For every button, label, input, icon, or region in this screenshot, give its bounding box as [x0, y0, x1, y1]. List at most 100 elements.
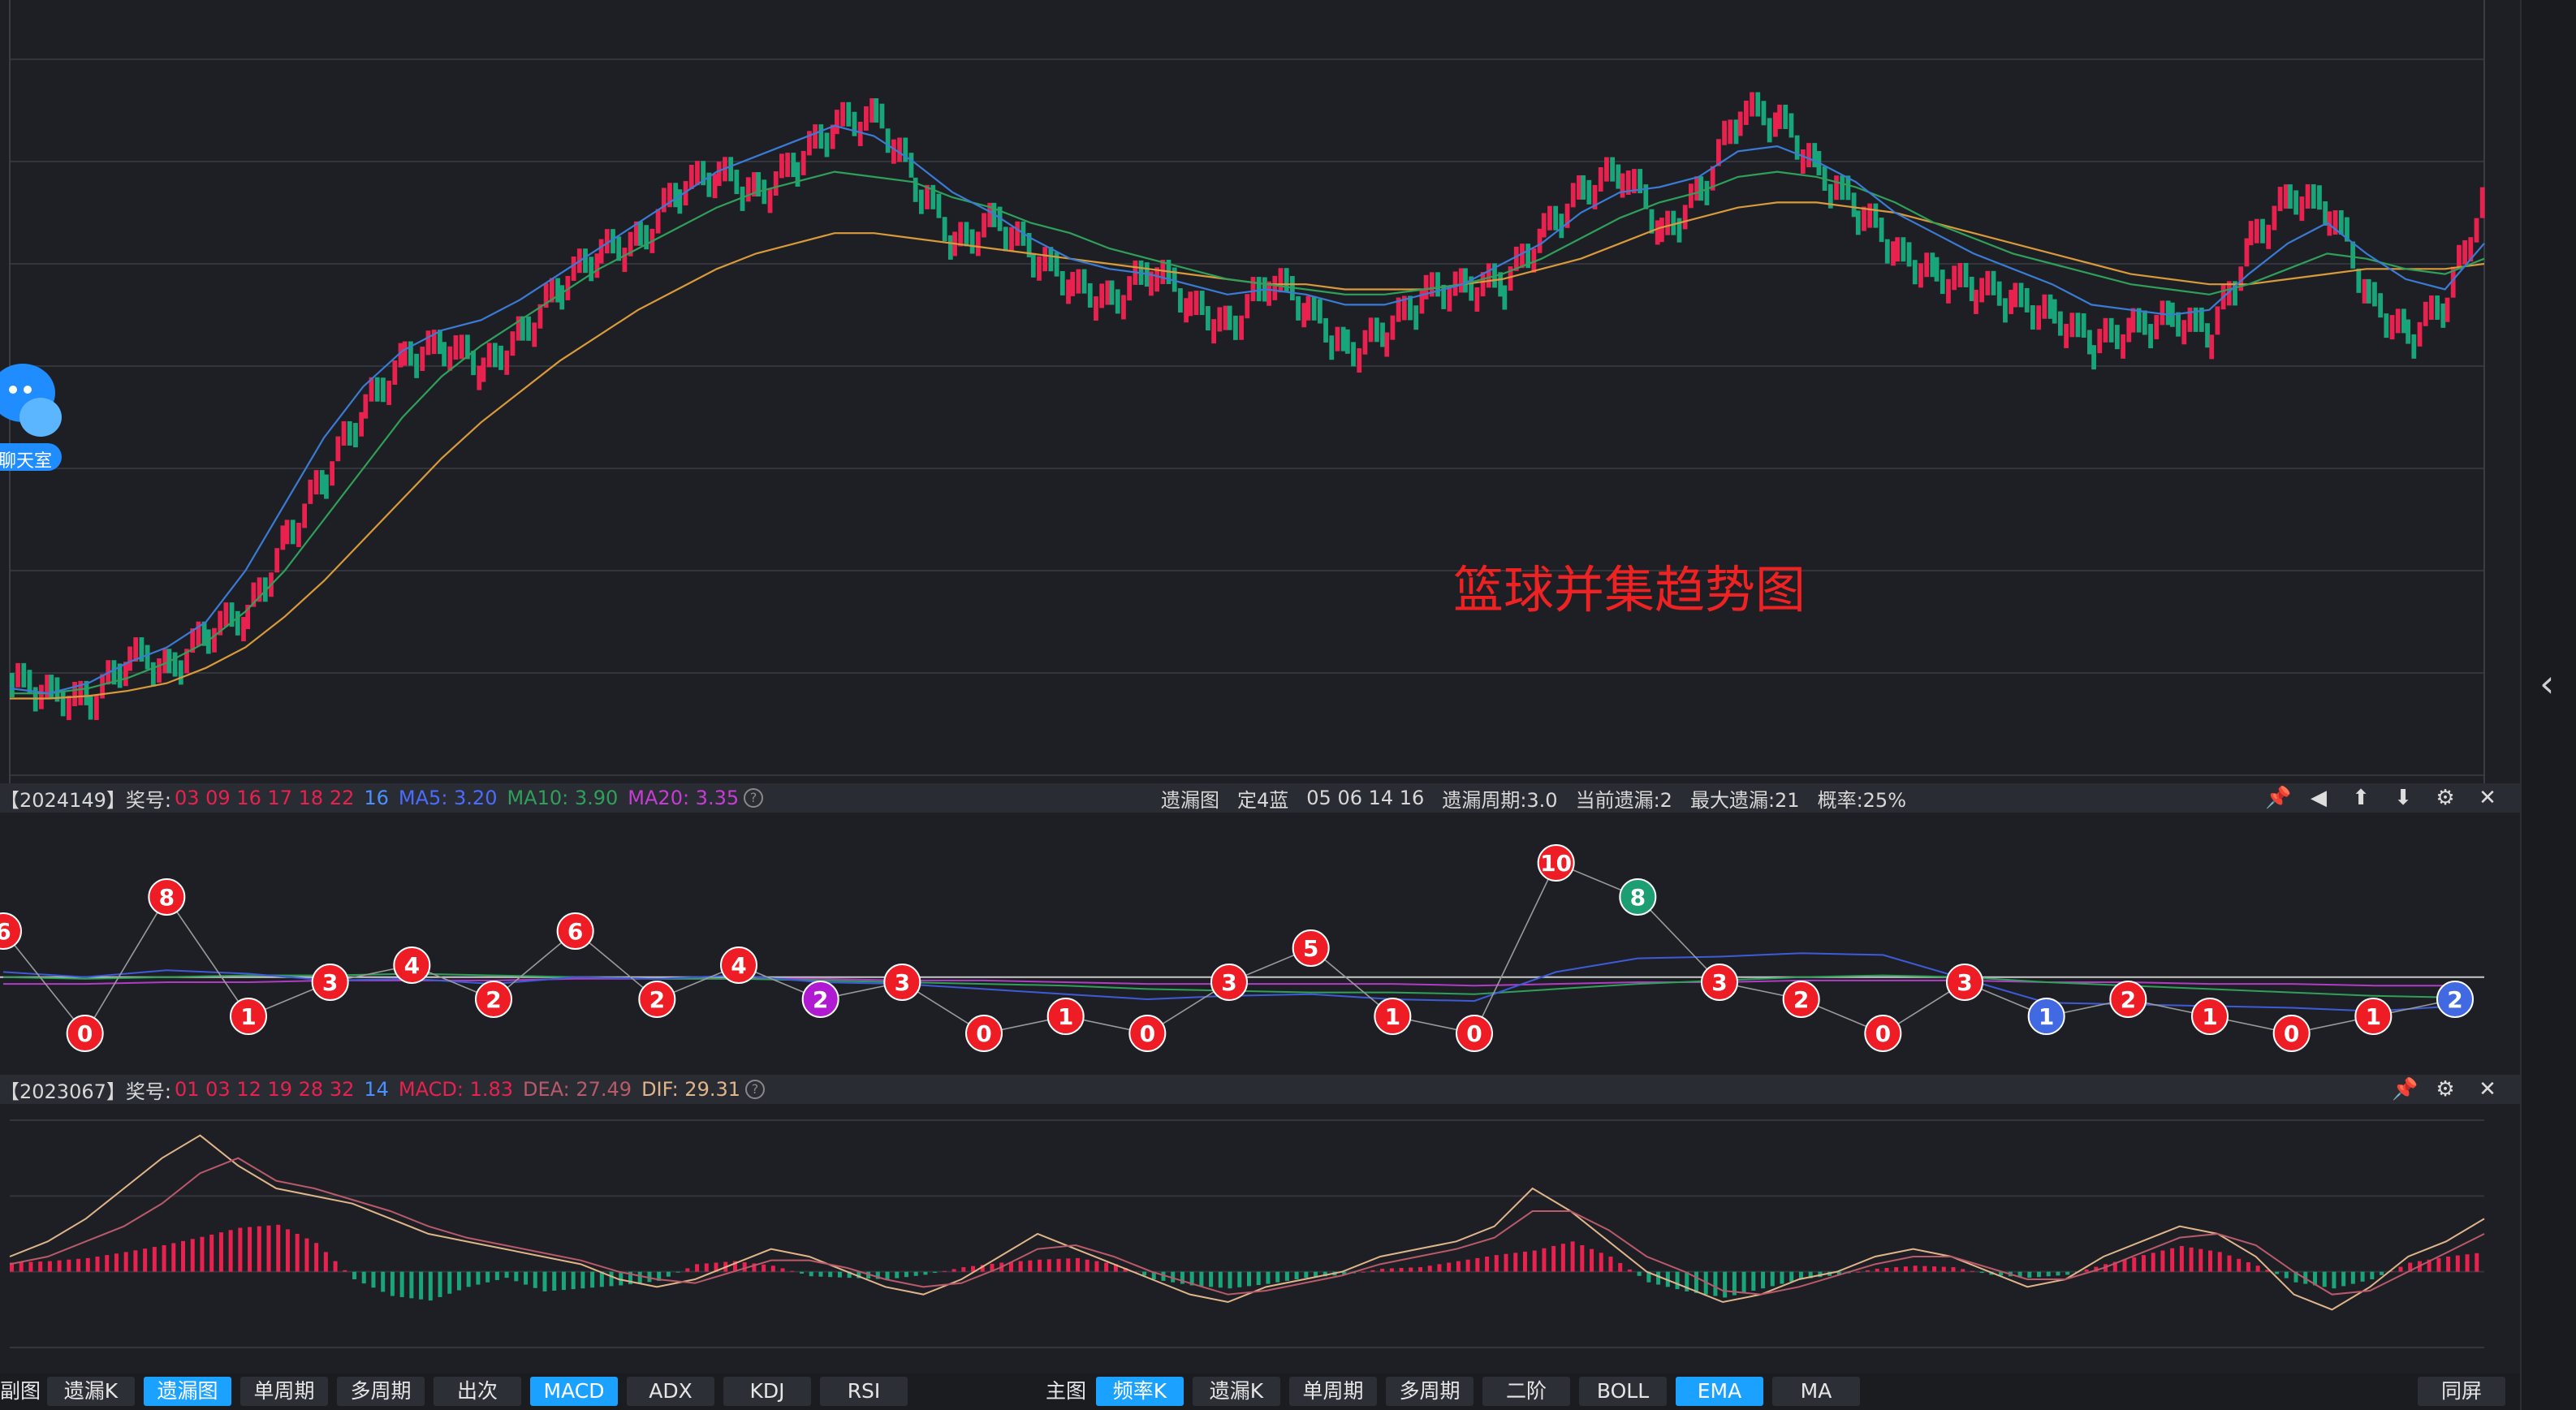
macd-histogram-bar	[1304, 1271, 1309, 1278]
renko-brick	[2058, 311, 2063, 336]
renko-brick	[2181, 320, 2187, 345]
renko-brick	[874, 98, 879, 123]
omission-stats: 遗漏图 定4蓝 05 06 14 16 遗漏周期:3.0 当前遗漏:2 最大遗漏:21 概率…	[1161, 783, 1924, 813]
renko-brick	[2366, 278, 2371, 304]
macd-histogram-bar	[1875, 1268, 1879, 1272]
macd-histogram-bar	[381, 1271, 386, 1292]
main-tab-BOLL[interactable]: BOLL	[1579, 1377, 1667, 1406]
chat-room-widget[interactable]: 聊天室	[0, 360, 62, 474]
pin-icon[interactable]: 📌	[2392, 1077, 2418, 1102]
main-tab-多周期[interactable]: 多周期	[1386, 1377, 1474, 1406]
macd-histogram-bar	[2246, 1262, 2250, 1272]
back-icon[interactable]: ◀	[2307, 786, 2330, 810]
macd-histogram-bar	[542, 1271, 547, 1291]
renko-brick	[1694, 176, 1699, 201]
panel1-tools: 📌 ◀ ⬆ ⬇ ⚙ ✕	[2265, 783, 2509, 813]
main-tab-二阶[interactable]: 二阶	[1482, 1377, 1570, 1406]
renko-brick	[1009, 226, 1014, 252]
renko-brick	[677, 189, 683, 214]
renko-brick	[1121, 295, 1126, 320]
sub-tab-单周期[interactable]: 单周期	[240, 1377, 328, 1406]
renko-brick	[381, 377, 386, 403]
renko-brick	[1335, 326, 1340, 351]
panel1-award-label: 奖号:	[125, 788, 171, 812]
macd-histogram-bar	[2179, 1245, 2184, 1272]
renko-brick	[302, 503, 308, 528]
renko-brick	[1996, 281, 2002, 306]
omission-ball-label: 3	[1957, 969, 1972, 996]
macd-histogram-bar	[1932, 1266, 1937, 1272]
macd-histogram-bar	[1456, 1261, 1461, 1272]
macd-histogram-bar	[2255, 1266, 2260, 1272]
macd-histogram-bar	[1485, 1257, 1490, 1272]
move-up-icon[interactable]: ⬆	[2349, 786, 2372, 810]
move-down-icon[interactable]: ⬇	[2392, 786, 2414, 810]
renko-brick	[1604, 157, 1609, 182]
panel1-ma5: MA5: 3.20	[398, 787, 498, 809]
same-screen-button[interactable]: 同屏	[2418, 1377, 2505, 1406]
panel2-award-label: 奖号:	[125, 1080, 171, 1103]
close-icon[interactable]: ✕	[2476, 1077, 2499, 1102]
renko-brick	[2091, 345, 2096, 370]
sub-tab-出次[interactable]: 出次	[434, 1377, 521, 1406]
pin-icon[interactable]: 📌	[2265, 786, 2291, 810]
omission-ball-label: 3	[322, 969, 338, 996]
sub-tab-MACD[interactable]: MACD	[530, 1377, 618, 1406]
settings-icon[interactable]: ⚙	[2434, 1077, 2457, 1102]
renko-brick	[526, 316, 531, 341]
sub-tab-KDJ[interactable]: KDJ	[723, 1377, 811, 1406]
main-tab-频率K[interactable]: 频率K	[1096, 1377, 1184, 1406]
main-tab-EMA[interactable]: EMA	[1676, 1377, 1763, 1406]
close-icon[interactable]: ✕	[2476, 786, 2499, 810]
renko-brick	[1851, 192, 1857, 218]
sub-tab-RSI[interactable]: RSI	[820, 1377, 908, 1406]
macd-histogram-bar	[1532, 1250, 1537, 1272]
sub-tab-遗漏图[interactable]: 遗漏图	[144, 1377, 231, 1406]
macd-histogram-bar	[276, 1224, 281, 1272]
macd-histogram-bar	[1504, 1253, 1508, 1272]
renko-brick	[1912, 260, 1918, 285]
renko-brick	[290, 520, 296, 545]
macd-histogram-bar	[913, 1271, 918, 1276]
help-icon[interactable]: ?	[744, 788, 764, 808]
renko-brick	[1901, 237, 1906, 262]
sub-tab-遗漏K[interactable]: 遗漏K	[47, 1377, 135, 1406]
macd-histogram-bar	[1723, 1271, 1728, 1298]
renko-brick	[800, 150, 806, 175]
renko-brick	[1806, 143, 1811, 168]
renko-brick	[2305, 183, 2311, 209]
help-icon[interactable]: ?	[745, 1080, 765, 1099]
renko-brick	[1344, 329, 1350, 354]
macd-histogram-bar	[1951, 1267, 1956, 1272]
main-tab-遗漏K[interactable]: 遗漏K	[1193, 1377, 1280, 1406]
chat-room-label: 聊天室	[0, 451, 53, 472]
settings-icon[interactable]: ⚙	[2434, 786, 2457, 810]
renko-brick	[2423, 301, 2428, 326]
renko-brick	[688, 164, 694, 189]
macd-histogram-bar	[1922, 1266, 1927, 1272]
chevron-left-icon[interactable]: ‹	[2539, 662, 2554, 705]
renko-brick	[1233, 315, 1238, 340]
renko-brick	[347, 420, 352, 446]
renko-brick	[392, 360, 398, 385]
renko-brick	[1891, 241, 1896, 266]
macd-histogram-bar	[399, 1271, 404, 1297]
sub-tab-ADX[interactable]: ADX	[627, 1377, 714, 1406]
renko-brick	[1991, 270, 1996, 295]
macd-histogram-bar	[2122, 1259, 2127, 1272]
macd-histogram-bar	[1094, 1261, 1099, 1272]
renko-brick	[1553, 205, 1559, 231]
macd-histogram-bar	[580, 1271, 585, 1289]
renko-brick	[695, 161, 700, 186]
macd-histogram-bar	[1961, 1269, 1965, 1272]
macd-histogram-bar	[1770, 1271, 1775, 1287]
renko-brick	[1855, 210, 1861, 235]
panel2-dea: DEA: 27.49	[523, 1078, 632, 1101]
renko-brick	[1610, 157, 1616, 182]
renko-brick	[897, 137, 902, 162]
omission-ball-label: 2	[2121, 986, 2136, 1013]
main-tab-MA[interactable]: MA	[1772, 1377, 1860, 1406]
renko-brick	[1486, 263, 1491, 288]
main-tab-单周期[interactable]: 单周期	[1289, 1377, 1377, 1406]
sub-tab-多周期[interactable]: 多周期	[337, 1377, 425, 1406]
